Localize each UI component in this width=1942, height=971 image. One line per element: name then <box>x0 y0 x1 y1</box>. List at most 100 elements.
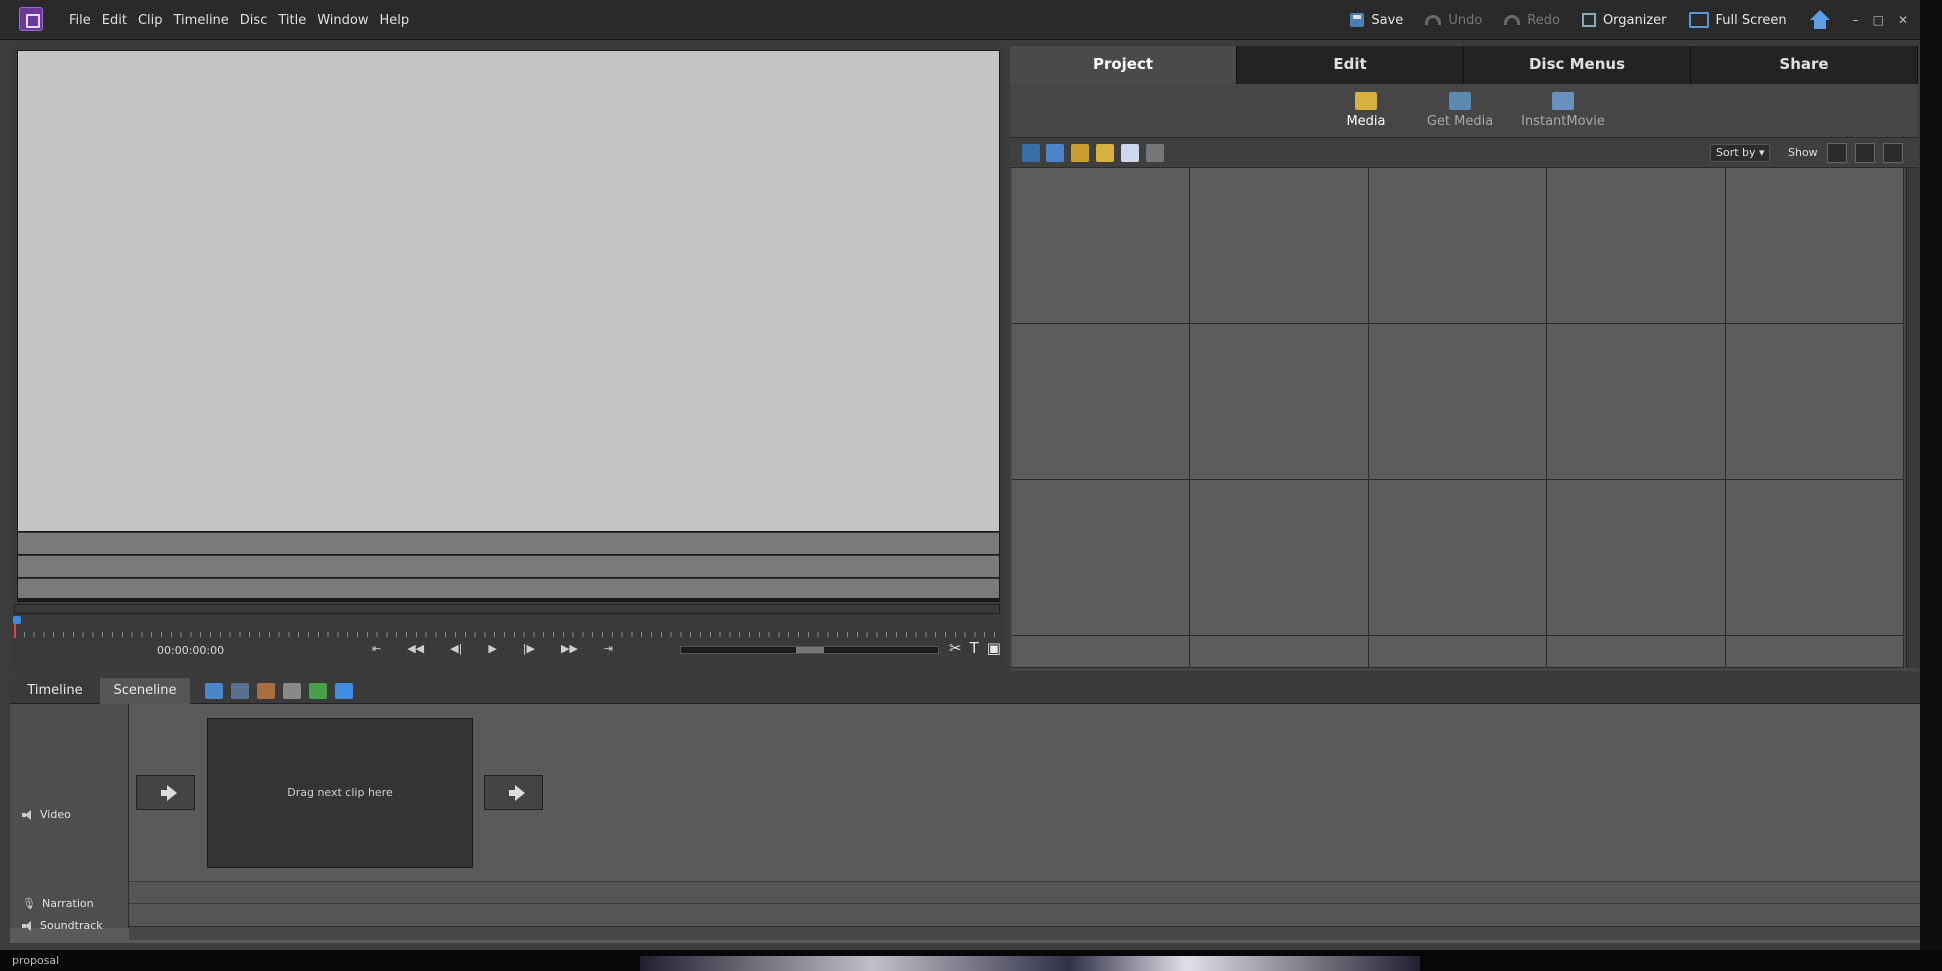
menu-title[interactable]: Title <box>278 13 306 28</box>
redo-button[interactable]: Redo <box>1504 13 1560 28</box>
restore-button[interactable]: □ <box>1873 13 1884 27</box>
menu-bar: File Edit Clip Timeline Disc Title Windo… <box>69 0 409 40</box>
media-cell[interactable] <box>1725 324 1904 480</box>
go-to-start-button[interactable]: ⇤ <box>372 642 381 655</box>
tab-edit[interactable]: Edit <box>1237 46 1464 84</box>
list-view-icon[interactable] <box>1022 144 1040 162</box>
media-cell[interactable] <box>1725 636 1904 668</box>
monitor-panel: 00:00:00:00 ⇤ ◀◀ ◀| ▶ |▶ ▶▶ ⇥ ✂ T ▣ <box>12 46 1003 671</box>
menu-file[interactable]: File <box>69 13 91 28</box>
close-button[interactable]: ✕ <box>1898 13 1908 27</box>
media-cell[interactable] <box>1368 480 1548 636</box>
menu-window[interactable]: Window <box>317 13 368 28</box>
media-cell[interactable] <box>1547 324 1726 480</box>
show-video-icon[interactable] <box>1827 143 1847 163</box>
tab-share[interactable]: Share <box>1691 46 1918 84</box>
speaker-icon[interactable] <box>22 809 34 820</box>
media-cell[interactable] <box>1190 168 1369 324</box>
transition-slot-icon[interactable] <box>484 775 543 810</box>
audio-mixer-icon[interactable] <box>309 683 327 699</box>
show-audio-icon[interactable] <box>1855 143 1875 163</box>
open-folder-icon[interactable] <box>1071 144 1089 162</box>
media-grid[interactable] <box>1012 168 1904 668</box>
subtab-instantmovie[interactable]: InstantMovie <box>1513 92 1613 129</box>
effects-icon[interactable] <box>257 683 275 699</box>
step-forward-button[interactable]: |▶ <box>523 642 535 655</box>
new-folder-icon[interactable] <box>1096 144 1114 162</box>
smart-fix-icon[interactable] <box>205 683 223 699</box>
media-cell[interactable] <box>1547 168 1726 324</box>
media-cell[interactable] <box>1190 636 1369 668</box>
tab-sceneline[interactable]: Sceneline <box>100 678 190 704</box>
media-cell[interactable] <box>1190 480 1369 636</box>
subtab-instantmovie-label: InstantMovie <box>1521 114 1605 129</box>
media-cell[interactable] <box>1547 480 1726 636</box>
media-cell[interactable] <box>1547 636 1726 668</box>
icon-view-icon[interactable] <box>1046 144 1064 162</box>
scrub-bar[interactable] <box>14 604 1000 614</box>
split-clip-icon[interactable]: ✂ <box>949 639 962 657</box>
media-cell[interactable] <box>1012 636 1191 668</box>
media-cell[interactable] <box>1012 480 1191 636</box>
menu-edit[interactable]: Edit <box>102 13 127 28</box>
organizer-button[interactable]: Organizer <box>1581 13 1667 28</box>
timeline-toolbar: Timeline Sceneline <box>10 678 1920 704</box>
menu-timeline[interactable]: Timeline <box>174 13 229 28</box>
media-cell[interactable] <box>1725 168 1904 324</box>
media-cell[interactable] <box>1012 324 1191 480</box>
microphone-icon[interactable]: 🎙 <box>22 897 36 910</box>
media-cell[interactable] <box>1368 324 1548 480</box>
subtab-get-media[interactable]: Get Media <box>1420 92 1500 129</box>
step-back-button[interactable]: ◀| <box>450 642 462 655</box>
playhead-icon[interactable] <box>13 616 21 624</box>
timeline-scrollbar[interactable] <box>129 926 1920 940</box>
menu-help[interactable]: Help <box>379 13 409 28</box>
sort-by-dropdown[interactable]: Sort by ▾ <box>1710 144 1770 162</box>
full-screen-icon <box>1688 12 1709 28</box>
new-item-icon[interactable] <box>1121 144 1139 162</box>
fast-forward-button[interactable]: ▶▶ <box>561 642 578 655</box>
menu-clip[interactable]: Clip <box>138 13 163 28</box>
track-soundtrack[interactable]: Soundtrack <box>22 919 103 932</box>
media-cell[interactable] <box>1368 636 1548 668</box>
track-narration[interactable]: 🎙 Narration <box>22 897 94 910</box>
play-button[interactable]: ▶ <box>488 642 496 655</box>
home-icon[interactable] <box>1809 10 1831 30</box>
track-video[interactable]: Video <box>22 808 71 821</box>
soundtrack-lane[interactable] <box>129 903 1920 925</box>
track-headers: Video 🎙 Narration Soundtrack <box>10 704 129 932</box>
properties-icon[interactable] <box>283 683 301 699</box>
speaker-music-icon[interactable] <box>22 920 34 931</box>
time-ruler[interactable] <box>14 616 1000 638</box>
shuttle-knob[interactable] <box>796 647 824 653</box>
sceneline-tools <box>205 683 353 699</box>
narration-lane[interactable] <box>129 881 1920 903</box>
rewind-button[interactable]: ◀◀ <box>407 642 424 655</box>
media-cell[interactable] <box>1368 168 1548 324</box>
undo-button[interactable]: Undo <box>1425 13 1482 28</box>
media-cell[interactable] <box>1190 324 1369 480</box>
full-screen-button[interactable]: Full Screen <box>1688 12 1787 28</box>
media-cell[interactable] <box>1725 480 1904 636</box>
menu-disc[interactable]: Disc <box>240 13 268 28</box>
subtab-media[interactable]: Media <box>1336 92 1396 129</box>
add-text-icon[interactable]: T <box>970 639 979 657</box>
marker-icon[interactable] <box>335 683 353 699</box>
smart-trim-icon[interactable] <box>231 683 249 699</box>
media-scrollbar[interactable] <box>1906 168 1918 668</box>
minimize-button[interactable]: – <box>1853 13 1859 27</box>
trash-icon[interactable] <box>1146 144 1164 162</box>
go-to-end-button[interactable]: ⇥ <box>604 642 613 655</box>
tab-disc-menus[interactable]: Disc Menus <box>1464 46 1691 84</box>
tab-project[interactable]: Project <box>1010 46 1237 84</box>
app-logo-icon[interactable] <box>19 7 43 31</box>
media-cell[interactable] <box>1012 168 1191 324</box>
shuttle-slider[interactable] <box>680 646 939 654</box>
freeze-frame-icon[interactable]: ▣ <box>987 639 1001 657</box>
transition-slot-icon[interactable] <box>136 775 195 810</box>
show-images-icon[interactable] <box>1883 143 1903 163</box>
tab-timeline[interactable]: Timeline <box>10 678 100 704</box>
save-button[interactable]: Save <box>1350 13 1403 28</box>
preview-area[interactable] <box>17 50 1000 532</box>
clip-drop-zone[interactable]: Drag next clip here <box>207 718 473 868</box>
